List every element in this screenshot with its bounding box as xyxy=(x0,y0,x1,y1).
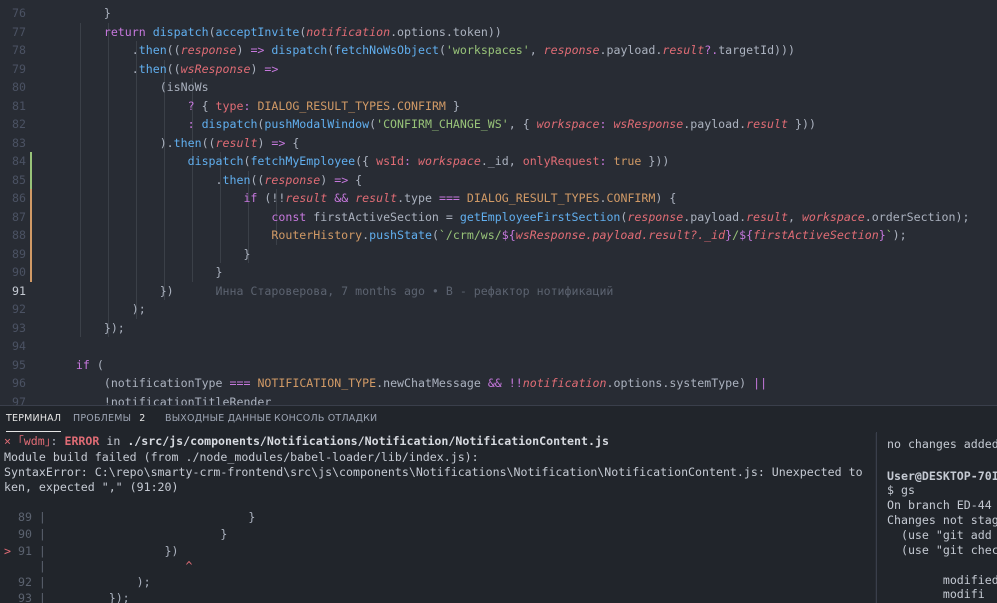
code-text: ).then((result) => { xyxy=(159,135,300,150)
tab-debug-console[interactable]: КОНСОЛЬ ОТЛАДКИ xyxy=(274,406,377,433)
line-number: 87 xyxy=(12,209,26,224)
git-change-marker xyxy=(30,244,32,263)
line-number: 88 xyxy=(12,228,26,242)
code-text: RouterHistory.pushState(`/crm/ws/${wsRes… xyxy=(271,228,907,242)
code-text: }) Инна Староверова, 7 months ago • В - … xyxy=(159,283,614,298)
line-number: 84 xyxy=(12,154,26,168)
code-text: .then((response) => dispatch(fetchNoWsOb… xyxy=(131,43,795,57)
code-text: (notificationType === NOTIFICATION_TYPE.… xyxy=(103,376,768,390)
code-line[interactable]: 95 if ( xyxy=(0,356,997,375)
code-text: : dispatch(pushModalWindow('CONFIRM_CHAN… xyxy=(187,117,816,131)
line-number: 97 xyxy=(12,394,26,406)
line-number: 93 xyxy=(12,320,26,335)
terminal-line: On branch ED-44 xyxy=(887,498,992,512)
code-line[interactable]: 78 .then((response) => dispatch(fetchNoW… xyxy=(0,41,997,60)
code-text: (isNoWs xyxy=(159,80,209,94)
code-text: if (!!result && result.type === DIALOG_R… xyxy=(243,191,677,205)
code-line[interactable]: 76 } xyxy=(0,4,997,23)
line-number: 79 xyxy=(12,61,26,76)
code-text: .then((response) => { xyxy=(215,172,363,187)
line-number: 78 xyxy=(12,43,26,57)
code-text: } xyxy=(103,6,111,20)
code-frame-line: 93 | }); xyxy=(10,591,130,603)
code-frame-line: 92 | ); xyxy=(10,575,151,589)
code-text: return dispatch(acceptInvite(notificatio… xyxy=(103,24,502,39)
code-text: const firstActiveSection = getEmployeeFi… xyxy=(271,209,970,224)
terminal-split-pane[interactable]: no changes added User@DESKTOP-70I $ gs On b… xyxy=(876,432,997,603)
line-number: 95 xyxy=(12,357,26,372)
line-number: 76 xyxy=(12,6,26,20)
code-line[interactable]: 90 } xyxy=(0,263,997,282)
code-editor[interactable]: 76 } 77 return dispatch(acceptInvite(noti… xyxy=(0,0,997,405)
terminal-line: Changes not stag xyxy=(887,513,997,527)
code-line[interactable]: 85 .then((response) => { xyxy=(0,171,997,190)
code-line[interactable]: 96 (notificationType === NOTIFICATION_TY… xyxy=(0,374,997,393)
terminal-line: $ gs xyxy=(887,483,915,497)
code-text: dispatch(fetchMyEmployee({ wsId: workspa… xyxy=(187,154,670,168)
code-line[interactable]: 97 !notificationTitleRender xyxy=(0,393,997,406)
line-number: 96 xyxy=(12,376,26,390)
code-line[interactable]: 94 xyxy=(0,337,997,356)
line-number: 80 xyxy=(12,80,26,94)
code-line[interactable]: 81 ? { type: DIALOG_RESULT_TYPES.CONFIRM… xyxy=(0,97,997,116)
git-change-marker xyxy=(30,207,32,226)
tab-problems[interactable]: ПРОБЛЕМЫ 2 xyxy=(73,406,145,433)
line-number: 89 xyxy=(12,246,26,261)
code-text: .then((wsResponse) => xyxy=(131,61,279,76)
code-frame-line: 89 | } xyxy=(10,510,256,524)
code-text: !notificationTitleRender xyxy=(103,394,272,406)
code-text: } xyxy=(215,265,223,279)
code-line[interactable]: 82 : dispatch(pushModalWindow('CONFIRM_C… xyxy=(0,115,997,134)
code-line[interactable]: 91 }) Инна Староверова, 7 months ago • В… xyxy=(0,282,997,301)
terminal-line: (use "git chec xyxy=(887,543,997,557)
line-number: 85 xyxy=(12,172,26,187)
code-line[interactable]: 87 const firstActiveSection = getEmploye… xyxy=(0,208,997,227)
line-number: 92 xyxy=(12,302,26,316)
code-frame-line: > 91 | }) xyxy=(4,544,179,558)
terminal-output[interactable]: × ｢wdm｣: ERROR in ./src/js/components/No… xyxy=(0,432,875,603)
code-line[interactable]: 92 ); xyxy=(0,300,997,319)
git-change-marker xyxy=(30,170,32,189)
git-change-marker xyxy=(30,226,32,245)
code-text: }); xyxy=(103,320,125,335)
error-line: × ｢wdm｣: ERROR in ./src/js/components/No… xyxy=(4,434,609,448)
terminal-line: no changes added xyxy=(887,437,997,451)
terminal-line: modifi xyxy=(887,587,985,601)
line-number: 86 xyxy=(12,191,26,205)
code-line[interactable]: 88 RouterHistory.pushState(`/crm/ws/${ws… xyxy=(0,226,997,245)
tab-output[interactable]: ВЫХОДНЫЕ ДАННЫЕ xyxy=(165,406,271,433)
line-number: 82 xyxy=(12,117,26,131)
git-change-marker xyxy=(30,152,32,171)
line-number: 90 xyxy=(12,265,26,279)
code-text: ); xyxy=(131,302,146,316)
terminal-line: (use "git add xyxy=(887,528,992,542)
line-number: 91 xyxy=(12,283,26,298)
build-failed-line: Module build failed (from ./node_modules… xyxy=(4,450,479,464)
syntax-error-line-cont: ken, expected "," (91:20) xyxy=(4,480,179,494)
code-frame-line: | ^ xyxy=(10,559,193,573)
code-text: } xyxy=(243,246,251,261)
line-number: 94 xyxy=(12,339,26,353)
code-line[interactable]: 80 (isNoWs xyxy=(0,78,997,97)
syntax-error-line: SyntaxError: C:\repo\smarty-crm-frontend… xyxy=(4,465,863,479)
code-text: ? { type: DIALOG_RESULT_TYPES.CONFIRM } xyxy=(187,98,460,113)
code-line[interactable]: 83 ).then((result) => { xyxy=(0,134,997,153)
code-line[interactable]: 93 }); xyxy=(0,319,997,338)
code-frame-line: 90 | } xyxy=(10,527,228,541)
git-change-marker xyxy=(30,263,32,282)
code-line[interactable]: 77 return dispatch(acceptInvite(notifica… xyxy=(0,23,997,42)
code-line[interactable]: 84 dispatch(fetchMyEmployee({ wsId: work… xyxy=(0,152,997,171)
line-number: 81 xyxy=(12,98,26,113)
code-line[interactable]: 86 if (!!result && result.type === DIALO… xyxy=(0,189,997,208)
line-number: 77 xyxy=(12,24,26,39)
code-line[interactable]: 79 .then((wsResponse) => xyxy=(0,60,997,79)
code-line[interactable]: 89 } xyxy=(0,245,997,264)
line-number: 83 xyxy=(12,135,26,150)
git-change-marker xyxy=(30,189,32,208)
git-blame-annotation: Инна Староверова, 7 months ago • В - реф… xyxy=(173,283,614,298)
tab-terminal[interactable]: ТЕРМИНАЛ xyxy=(6,406,62,432)
panel-tab-bar: ТЕРМИНАЛ ПРОБЛЕМЫ 2 ВЫХОДНЫЕ ДАННЫЕ КОНСО… xyxy=(0,405,997,433)
problems-count-badge: 2 xyxy=(139,413,146,424)
code-text: if ( xyxy=(75,357,104,372)
